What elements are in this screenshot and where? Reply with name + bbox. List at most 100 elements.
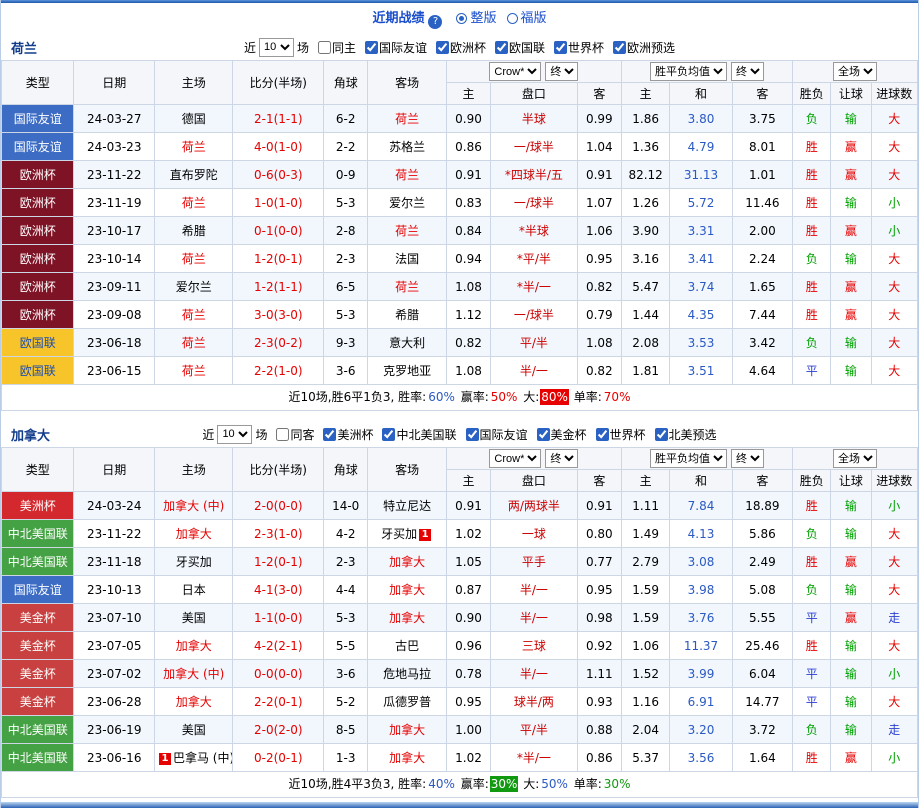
handicap-result-cell: 赢 xyxy=(830,603,872,632)
recent-count-select[interactable]: 10 xyxy=(217,424,253,444)
match-type-cell: 欧洲杯 xyxy=(0,300,75,329)
team-label: 克罗地亚 xyxy=(383,364,432,378)
filter-国际友谊[interactable]: 国际友谊 xyxy=(359,39,427,56)
filter-欧国联[interactable]: 欧国联 xyxy=(489,39,545,56)
match-type-cell: 美金杯 xyxy=(0,631,75,660)
team-name: 加拿大 xyxy=(11,429,51,444)
scope-select[interactable]: 全场 xyxy=(833,62,878,81)
result-cell: 负 xyxy=(792,104,832,133)
filter-同客[interactable]: 同客 xyxy=(270,426,314,443)
filter-同主[interactable]: 同主 xyxy=(312,39,356,56)
goals-result-cell: 大 xyxy=(870,300,919,329)
eu-away-cell: 5.86 xyxy=(731,519,794,548)
team-label: 古巴 xyxy=(395,639,420,653)
eu-draw-cell[interactable]: 4.35 xyxy=(669,300,733,329)
filter-checkbox-美洲杯[interactable] xyxy=(323,427,337,441)
asian-away-subheader: 客 xyxy=(576,469,622,492)
goals-result-cell: 大 xyxy=(870,356,919,385)
odds-final-select[interactable]: 终 xyxy=(545,449,579,468)
match-row: 中北美国联 23-06-16 1 巴拿马 (中) 0-2(0-1) 1-3 加拿大 1.02 *… xyxy=(0,743,919,772)
filter-欧洲杯[interactable]: 欧洲杯 xyxy=(430,39,486,56)
eu-draw-cell[interactable]: 31.13 xyxy=(669,160,733,189)
odds-final-select[interactable]: 终 xyxy=(545,62,579,81)
europe-final-select[interactable]: 终 xyxy=(731,62,765,81)
corner-cell: 9-3 xyxy=(323,328,369,357)
away-team-cell: 荷兰 xyxy=(367,272,447,301)
corner-cell: 4-2 xyxy=(323,519,369,548)
filter-checkbox-国际友谊[interactable] xyxy=(364,40,378,54)
filter-checkbox-同主[interactable] xyxy=(317,40,331,54)
eu-draw-cell[interactable]: 3.51 xyxy=(669,356,733,385)
filter-checkbox-世界杯[interactable] xyxy=(554,40,568,54)
filter-美洲杯[interactable]: 美洲杯 xyxy=(317,426,373,443)
away-team-cell: 荷兰 xyxy=(367,216,447,245)
eu-draw-cell[interactable]: 4.79 xyxy=(669,132,733,161)
radio-full-version[interactable] xyxy=(456,13,468,24)
filter-checkbox-美金杯[interactable] xyxy=(536,427,550,441)
away-team-cell: 牙买加 1 xyxy=(367,519,447,548)
eu-draw-cell[interactable]: 6.91 xyxy=(669,687,733,716)
filter-世界杯[interactable]: 世界杯 xyxy=(548,39,604,56)
filter-checkbox-世界杯[interactable] xyxy=(595,427,609,441)
eu-draw-cell[interactable]: 3.08 xyxy=(669,547,733,576)
odds-away-cell: 0.93 xyxy=(576,687,622,716)
filter-美金杯[interactable]: 美金杯 xyxy=(531,426,587,443)
eu-draw-cell[interactable]: 3.31 xyxy=(669,216,733,245)
eu-draw-cell[interactable]: 4.13 xyxy=(669,519,733,548)
filter-checkbox-欧国联[interactable] xyxy=(495,40,509,54)
page-title-link[interactable]: 近期战绩 xyxy=(372,11,424,26)
eu-draw-cell[interactable]: 3.41 xyxy=(669,244,733,273)
goals-result-cell: 大 xyxy=(870,519,919,548)
score-cell: 2-2(1-0) xyxy=(232,356,325,385)
eu-draw-cell[interactable]: 3.56 xyxy=(669,743,733,772)
help-icon[interactable]: ? xyxy=(428,15,443,29)
team-label: 加拿大 xyxy=(389,723,426,737)
eu-draw-cell[interactable]: 3.74 xyxy=(669,272,733,301)
odds-company-select[interactable]: Crow* xyxy=(489,449,542,468)
radio-fu-version[interactable] xyxy=(506,13,518,24)
eu-draw-cell[interactable]: 3.99 xyxy=(669,659,733,688)
eu-away-cell: 8.01 xyxy=(731,132,794,161)
home-team-cell: 美国 xyxy=(153,603,234,632)
odds-company-select[interactable]: Crow* xyxy=(489,62,542,81)
odds-away-cell: 1.04 xyxy=(576,132,622,161)
odds-away-cell: 0.79 xyxy=(576,300,622,329)
eu-draw-cell[interactable]: 7.84 xyxy=(669,491,733,520)
eu-home-subheader: 主 xyxy=(620,469,671,492)
filter-checkbox-国际友谊[interactable] xyxy=(465,427,479,441)
eu-draw-cell[interactable]: 3.53 xyxy=(669,328,733,357)
eu-draw-cell[interactable]: 3.98 xyxy=(669,575,733,604)
eu-draw-cell[interactable]: 5.72 xyxy=(669,188,733,217)
match-row: 欧洲杯 23-09-08 荷兰 3-0(3-0) 5-3 希腊 1.12 一/球半 0.79 1.… xyxy=(0,300,919,329)
eu-home-cell: 1.11 xyxy=(620,491,671,520)
eu-draw-cell[interactable]: 11.37 xyxy=(669,631,733,660)
europe-final-select[interactable]: 终 xyxy=(731,449,765,468)
team-label: 希腊 xyxy=(181,224,206,238)
filter-checkbox-欧洲预选[interactable] xyxy=(613,40,627,54)
eu-draw-cell[interactable]: 3.76 xyxy=(669,603,733,632)
score-cell: 2-2(0-1) xyxy=(232,687,325,716)
filter-欧洲预选[interactable]: 欧洲预选 xyxy=(607,39,675,56)
recent-count-select[interactable]: 10 xyxy=(258,37,294,57)
eu-home-cell: 1.49 xyxy=(620,519,671,548)
filter-北美预选[interactable]: 北美预选 xyxy=(649,426,717,443)
match-row: 欧国联 23-06-18 荷兰 2-3(0-2) 9-3 意大利 0.82 平/半 1.08 2.… xyxy=(0,328,919,357)
scope-select[interactable]: 全场 xyxy=(833,449,878,468)
handicap-result-cell: 赢 xyxy=(830,300,872,329)
filter-checkbox-北美预选[interactable] xyxy=(654,427,668,441)
filter-国际友谊[interactable]: 国际友谊 xyxy=(460,426,528,443)
filter-中北美国联[interactable]: 中北美国联 xyxy=(376,426,457,443)
corner-cell: 5-3 xyxy=(323,603,369,632)
filter-世界杯[interactable]: 世界杯 xyxy=(590,426,646,443)
europe-odds-select[interactable]: 胜平负均值 xyxy=(650,449,728,468)
filter-checkbox-中北美国联[interactable] xyxy=(382,427,396,441)
filter-checkbox-欧洲杯[interactable] xyxy=(436,40,449,54)
eu-draw-cell[interactable]: 3.20 xyxy=(669,715,733,744)
home-team-cell: 加拿大 xyxy=(153,519,234,548)
team-label: 加拿大 xyxy=(175,527,212,541)
team-label: 荷兰 xyxy=(181,336,206,350)
corner-cell: 8-5 xyxy=(323,715,369,744)
filter-checkbox-同客[interactable] xyxy=(276,427,290,441)
europe-odds-select[interactable]: 胜平负均值 xyxy=(650,62,728,81)
eu-draw-cell[interactable]: 3.80 xyxy=(669,104,733,133)
